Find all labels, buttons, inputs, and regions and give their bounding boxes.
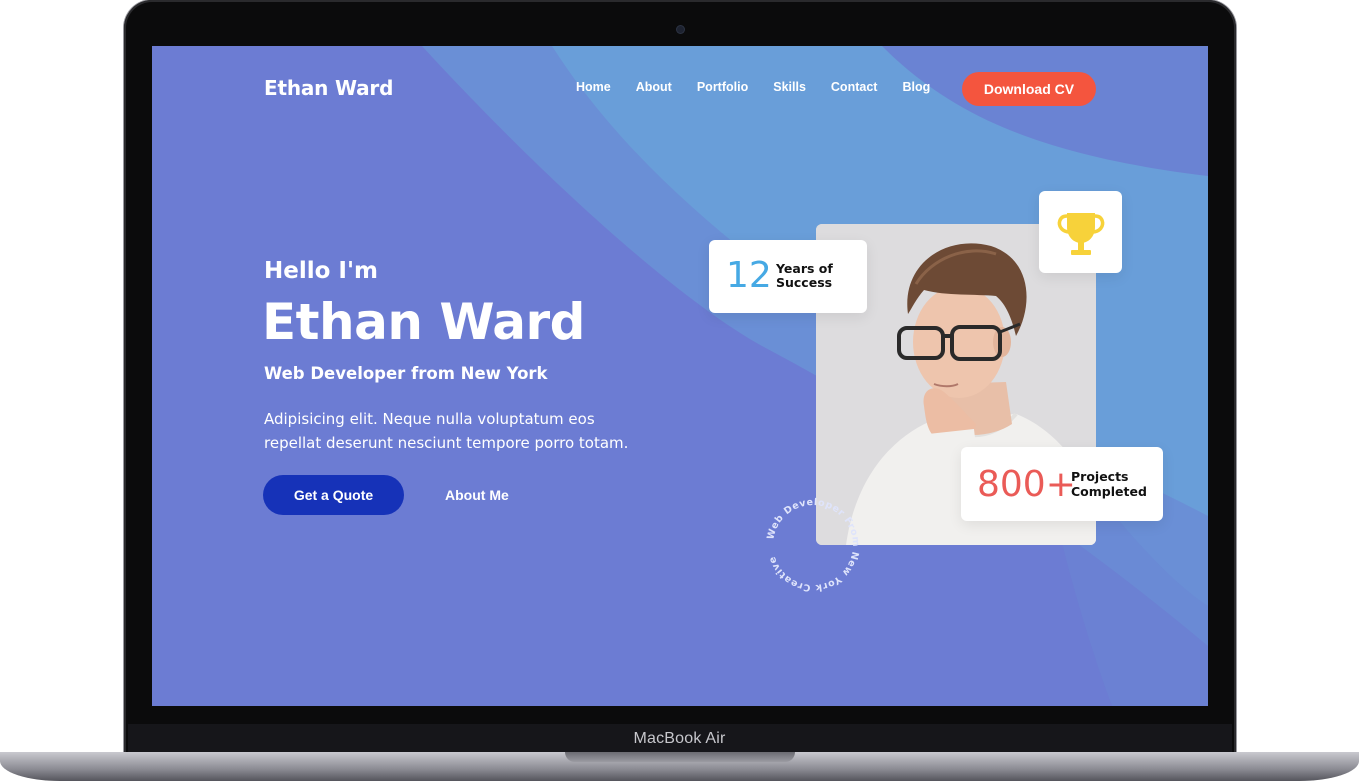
years-label-line2: Success [776,275,833,290]
trophy-card [1039,191,1122,273]
svg-text:Web Developer From New York Cr: Web Developer From New York Creative [765,497,861,593]
nav-skills[interactable]: Skills [773,80,806,94]
nav-about[interactable]: About [636,80,672,94]
hero-name: Ethan Ward [262,293,585,351]
years-label: Years of Success [776,262,856,290]
about-me-link[interactable]: About Me [445,487,509,503]
hero-subtitle: Web Developer from New York [264,364,548,383]
hero-greeting: Hello I'm [264,258,378,284]
projects-value: 800+ [977,464,1076,505]
projects-stat-card: 800+ Projects Completed [961,447,1163,521]
projects-label-line1: Projects [1071,469,1129,484]
main-nav: Home About Portfolio Skills Contact Blog [576,80,955,94]
site-logo[interactable]: Ethan Ward [264,76,393,100]
projects-label: Projects Completed [1071,469,1156,499]
projects-label-line2: Completed [1071,484,1147,499]
download-cv-button[interactable]: Download CV [962,72,1096,106]
badge-circular-text: Web Developer From New York Creative [765,497,860,593]
nav-blog[interactable]: Blog [902,80,930,94]
website-screen: Ethan Ward Home About Portfolio Skills C… [152,46,1208,706]
hero-description: Adipisicing elit. Neque nulla voluptatum… [264,410,629,452]
nav-contact[interactable]: Contact [831,80,878,94]
years-value: 12 [726,255,772,296]
get-quote-button[interactable]: Get a Quote [263,475,404,515]
rotating-badge: Web Developer From New York Creative [765,497,861,593]
years-stat-card: 12 Years of Success [709,240,867,313]
trophy-icon [1057,213,1105,255]
nav-home[interactable]: Home [576,80,611,94]
nav-portfolio[interactable]: Portfolio [697,80,748,94]
webcam [677,26,684,33]
device-label: MacBook Air [633,730,726,747]
laptop-notch [565,752,795,762]
years-label-line1: Years of [776,261,833,276]
